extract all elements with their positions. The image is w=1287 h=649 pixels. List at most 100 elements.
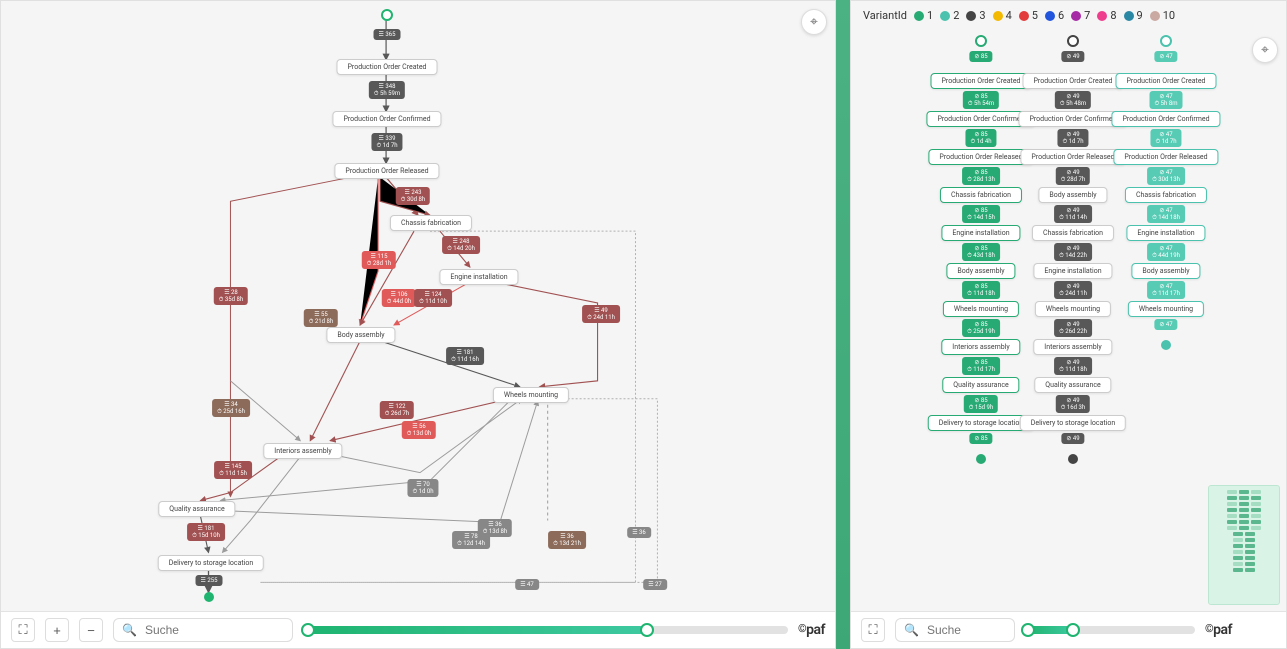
target-icon: ⌖: [1261, 42, 1269, 58]
legend-swatch: [1124, 11, 1134, 21]
node-interiors-assembly[interactable]: Interiors assembly: [263, 443, 342, 459]
variant-node[interactable]: Wheels mounting: [1128, 301, 1204, 317]
node-quality-assurance[interactable]: Quality assurance: [158, 501, 235, 517]
edge-label: ⊘ 85: [969, 51, 992, 62]
edge-label: ☰ 181⏱ 11d 16h: [446, 347, 484, 365]
variant-node[interactable]: Delivery to storage location: [1020, 415, 1126, 431]
node-production-order-created[interactable]: Production Order Created: [337, 59, 438, 75]
fullscreen-button[interactable]: ⛶: [861, 618, 885, 642]
fullscreen-icon: ⛶: [18, 622, 27, 638]
variant-node[interactable]: Production Order Confirmed: [1111, 111, 1220, 127]
legend-item: 1: [914, 9, 933, 22]
edge-label: ☰ 145⏱ 11d 15h: [214, 461, 252, 479]
node-production-order-confirmed[interactable]: Production Order Confirmed: [332, 111, 441, 127]
edge-label: ☰ 106⏱ 44d 0h: [382, 289, 416, 307]
edge-label: ⊘ 85⏱ 14d 15h: [962, 205, 1000, 223]
variant-node[interactable]: Production Order Created: [1023, 73, 1124, 89]
edge-label: ⊘ 47: [1154, 319, 1177, 330]
variant-node[interactable]: Body assembly: [1038, 187, 1107, 203]
node-wheels-mounting[interactable]: Wheels mounting: [493, 387, 569, 403]
legend-item: 3: [966, 9, 985, 22]
zoom-in-button[interactable]: +: [45, 618, 69, 642]
legend-swatch: [966, 11, 976, 21]
edge-label: ⊘ 49⏱ 24d 11h: [1054, 281, 1092, 299]
legend-swatch: [940, 11, 950, 21]
variant-node[interactable]: Quality assurance: [1034, 377, 1111, 393]
node-production-order-released[interactable]: Production Order Released: [334, 163, 439, 179]
variant-node[interactable]: Interiors assembly: [1033, 339, 1112, 355]
start-node: [975, 35, 987, 47]
start-node: [381, 9, 393, 21]
start-node: [1067, 35, 1079, 47]
complexity-slider[interactable]: [1025, 626, 1195, 634]
pane-divider[interactable]: [836, 0, 850, 649]
legend-swatch: [1045, 11, 1055, 21]
variant-node[interactable]: Interiors assembly: [941, 339, 1020, 355]
node-body-assembly[interactable]: Body assembly: [326, 327, 395, 343]
search-box[interactable]: 🔍: [895, 618, 1015, 642]
left-toolbar: ⛶ + − 🔍 ©paf: [1, 611, 835, 648]
variant-node[interactable]: Wheels mounting: [1035, 301, 1111, 317]
node-delivery-to-storage[interactable]: Delivery to storage location: [158, 555, 264, 571]
variant-node[interactable]: Wheels mounting: [943, 301, 1019, 317]
edge-label: ☰ 34⏱ 25d 16h: [212, 399, 250, 417]
slider-handle-left[interactable]: [301, 623, 315, 637]
edge-label: ⊘ 49⏱ 1d 7h: [1057, 129, 1088, 147]
edge-label: ⊘ 85: [969, 433, 992, 444]
variant-node[interactable]: Engine installation: [941, 225, 1020, 241]
fullscreen-button[interactable]: ⛶: [11, 618, 35, 642]
variant-node[interactable]: Body assembly: [946, 263, 1015, 279]
edge-label: ☰ 36⏱ 13d 8h: [478, 519, 512, 537]
zoom-out-button[interactable]: −: [79, 618, 103, 642]
variant-node[interactable]: Delivery to storage location: [928, 415, 1034, 431]
edge-label: ⊘ 49⏱ 16d 3h: [1056, 395, 1090, 413]
search-box[interactable]: 🔍: [113, 618, 293, 642]
edge-label: ☰ 49⏱ 24d 11h: [582, 305, 620, 323]
minimap[interactable]: [1208, 485, 1280, 605]
search-icon: 🔍: [122, 623, 137, 637]
node-chassis-fabrication[interactable]: Chassis fabrication: [390, 215, 472, 231]
variant-node[interactable]: Production Order Created: [931, 73, 1032, 89]
end-node: [1161, 340, 1171, 350]
variant-node[interactable]: Production Order Released: [928, 149, 1033, 165]
left-canvas[interactable]: ⌖: [1, 1, 835, 611]
edge-label: ☰ 28⏱ 35d 8h: [214, 287, 248, 305]
fullscreen-icon: ⛶: [868, 622, 877, 638]
edge-label: ☰ 122⏱ 26d 7h: [380, 401, 414, 419]
variant-node[interactable]: Chassis fabrication: [940, 187, 1022, 203]
legend-item: 4: [993, 9, 1012, 22]
variant-node[interactable]: Production Order Released: [1113, 149, 1218, 165]
search-input[interactable]: [143, 622, 302, 638]
edge-label: ⊘ 47⏱ 14d 18h: [1147, 205, 1185, 223]
edge-label: ⊘ 85⏱ 5h 54m: [963, 91, 999, 109]
edge-label: ⊘ 47⏱ 44d 19h: [1147, 243, 1185, 261]
end-node: [204, 592, 214, 602]
legend-item: 2: [940, 9, 959, 22]
legend-swatch: [1150, 11, 1160, 21]
variant-node[interactable]: Engine installation: [1033, 263, 1112, 279]
slider-handle-right[interactable]: [1066, 623, 1080, 637]
node-engine-installation[interactable]: Engine installation: [439, 269, 518, 285]
edge-label: ☰ 36: [627, 527, 651, 538]
variant-node[interactable]: Chassis fabrication: [1032, 225, 1114, 241]
variant-node[interactable]: Production Order Created: [1116, 73, 1217, 89]
variant-node[interactable]: Engine installation: [1126, 225, 1205, 241]
legend-swatch: [1097, 11, 1107, 21]
edge-label: ⊘ 85⏱ 28d 13h: [962, 167, 1000, 185]
slider-handle-right[interactable]: [640, 623, 654, 637]
variant-node[interactable]: Chassis fabrication: [1125, 187, 1207, 203]
variant-node[interactable]: Production Order Released: [1020, 149, 1125, 165]
variant-node[interactable]: Quality assurance: [942, 377, 1019, 393]
edge-label: ⊘ 49⏱ 11d 14h: [1054, 205, 1092, 223]
edge-label: ⊘ 49: [1061, 51, 1084, 62]
edge-label: ☰ 339⏱ 1d 7h: [371, 133, 402, 151]
edge-label: ☰ 55⏱ 21d 8h: [304, 309, 338, 327]
complexity-slider[interactable]: [303, 626, 788, 634]
zoom-fit-button[interactable]: ⌖: [801, 9, 827, 35]
edge-label: ☰ 348⏱ 5h 59m: [369, 81, 405, 99]
slider-handle-left[interactable]: [1021, 623, 1035, 637]
variant-node[interactable]: Body assembly: [1131, 263, 1200, 279]
right-canvas[interactable]: VariantId 1 2 3 4 5 6 7 8 9 10 ⌖ ⊘ 85Pro…: [851, 1, 1286, 611]
zoom-fit-button[interactable]: ⌖: [1252, 37, 1278, 63]
edge-label: ⊘ 47: [1154, 51, 1177, 62]
